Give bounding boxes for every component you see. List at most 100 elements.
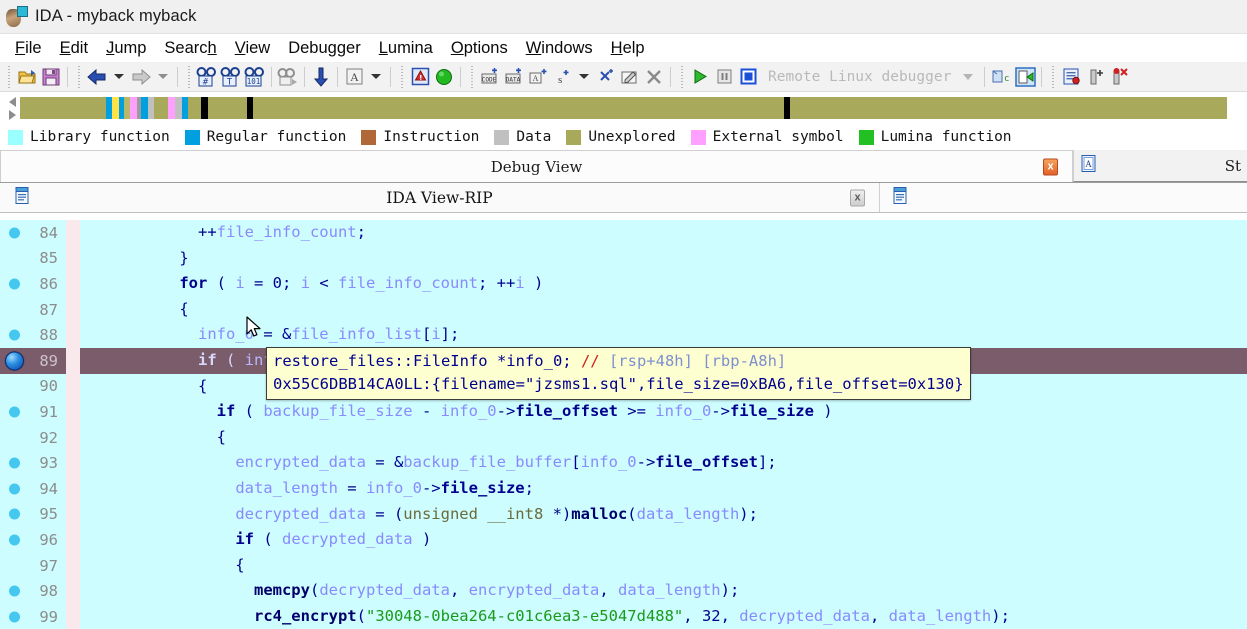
toolbar-grip-debug[interactable] xyxy=(678,65,685,88)
search-hex-icon[interactable]: # xyxy=(195,65,219,89)
stop-icon[interactable] xyxy=(736,65,760,89)
line-gutter[interactable]: 88 xyxy=(0,322,66,348)
menu-options[interactable]: Options xyxy=(442,37,517,60)
run-icon[interactable] xyxy=(688,65,712,89)
jump-down-icon[interactable] xyxy=(309,65,333,89)
code-line[interactable]: 99 rc4_encrypt("30048-0bea264-c01c6ea3-e… xyxy=(0,603,1247,629)
make-code-icon[interactable]: CODE xyxy=(478,65,502,89)
toolbar-grip-nav[interactable] xyxy=(75,65,82,88)
menu-jump[interactable]: Jump xyxy=(97,37,155,60)
toolbar-grip-bp[interactable] xyxy=(1049,65,1056,88)
make-struct-dropdown-icon[interactable] xyxy=(574,65,594,89)
line-marker-dot[interactable] xyxy=(9,611,20,623)
line-gutter[interactable]: 93 xyxy=(0,450,66,476)
pause-icon[interactable] xyxy=(712,65,736,89)
line-gutter[interactable]: 90 xyxy=(0,374,66,400)
navigate-back-icon[interactable] xyxy=(85,65,109,89)
make-data-icon[interactable]: DATA xyxy=(502,65,526,89)
code-line[interactable]: 93 encrypted_data = &backup_file_buffer[… xyxy=(0,450,1247,476)
save-icon[interactable] xyxy=(39,65,63,89)
search-text-icon[interactable]: T xyxy=(219,65,243,89)
debugger-selector[interactable]: Remote Linux debugger xyxy=(760,66,980,88)
code-line[interactable]: 95 decrypted_data = (unsigned __int8 *)m… xyxy=(0,501,1247,528)
menu-search[interactable]: Search xyxy=(155,37,225,60)
line-gutter[interactable]: 97 xyxy=(0,553,66,579)
line-marker-dot[interactable] xyxy=(9,278,20,290)
navigator-arrows[interactable] xyxy=(4,94,20,122)
make-unexplored-icon[interactable] xyxy=(594,65,618,89)
back-dropdown-icon[interactable] xyxy=(109,65,129,89)
step-over-icon[interactable] xyxy=(1013,65,1037,89)
code-line[interactable]: 92 { xyxy=(0,424,1247,451)
line-marker-dot[interactable] xyxy=(9,534,20,546)
ascii-dropdown-icon[interactable] xyxy=(366,65,386,89)
delete-breakpoint-icon[interactable] xyxy=(1107,65,1131,89)
line-marker-dot[interactable] xyxy=(9,329,20,341)
forward-dropdown-icon[interactable] xyxy=(153,65,173,89)
navigate-forward-icon[interactable] xyxy=(129,65,153,89)
code-line[interactable]: 96 if ( decrypted_data ) xyxy=(0,527,1247,553)
line-marker-dot[interactable] xyxy=(9,227,20,239)
code-line[interactable]: 94 data_length = info_0->file_size; xyxy=(0,475,1247,502)
lumina-status-icon[interactable] xyxy=(432,65,456,89)
current-instruction-marker[interactable] xyxy=(5,351,24,371)
line-gutter[interactable]: 96 xyxy=(0,527,66,553)
make-struct-icon[interactable]: s xyxy=(550,65,574,89)
breakpoint-list-icon[interactable] xyxy=(1059,65,1083,89)
code-line[interactable]: 97 { xyxy=(0,552,1247,579)
make-ascii-icon[interactable]: A xyxy=(526,65,550,89)
line-gutter[interactable]: 91 xyxy=(0,399,66,425)
line-marker-dot[interactable] xyxy=(9,508,20,520)
code-line[interactable]: 98 memcpy(decrypted_data, encrypted_data… xyxy=(0,578,1247,604)
close-icon[interactable]: x xyxy=(850,189,865,206)
line-gutter[interactable]: 89 xyxy=(0,348,66,374)
pseudocode-icon[interactable] xyxy=(892,186,909,210)
problems-icon[interactable] xyxy=(408,65,432,89)
menu-windows[interactable]: Windows xyxy=(517,37,602,60)
menu-file[interactable]: File xyxy=(6,37,51,60)
add-breakpoint-icon[interactable] xyxy=(1083,65,1107,89)
pseudocode-view[interactable]: 84 ++file_info_count; 85 } 86 for ( i = 0;… xyxy=(0,220,1247,629)
line-gutter[interactable]: 92 xyxy=(0,425,66,451)
line-gutter[interactable]: 86 xyxy=(0,271,66,297)
close-icon[interactable]: x xyxy=(1043,158,1058,175)
toolbar-grip-search[interactable] xyxy=(185,65,192,88)
line-gutter[interactable]: 85 xyxy=(0,246,66,272)
tab-debug-view[interactable]: Debug View x xyxy=(0,150,1073,182)
line-marker-dot[interactable] xyxy=(9,585,20,597)
code-line[interactable]: 87 { xyxy=(0,296,1247,323)
search-immediate-icon[interactable]: 101 xyxy=(243,65,267,89)
toolbar-grip-make[interactable] xyxy=(468,65,475,88)
code-line[interactable]: 86 for ( i = 0; i < file_info_count; ++i… xyxy=(0,271,1247,297)
code-token: ( xyxy=(253,530,282,549)
line-gutter[interactable]: 94 xyxy=(0,476,66,502)
menu-debugger[interactable]: Debugger xyxy=(279,37,370,60)
toolbar-grip-misc[interactable] xyxy=(398,65,405,88)
line-gutter[interactable]: 98 xyxy=(0,578,66,604)
step-into-icon[interactable]: c xyxy=(989,65,1013,89)
line-gutter[interactable]: 84 xyxy=(0,220,66,246)
navigator-band[interactable] xyxy=(20,97,1247,119)
delete-icon[interactable] xyxy=(642,65,666,89)
search-next-icon[interactable] xyxy=(276,65,300,89)
ascii-string-icon[interactable]: A xyxy=(342,65,366,89)
menu-view[interactable]: View xyxy=(226,37,279,60)
line-marker-dot[interactable] xyxy=(9,457,20,469)
code-line[interactable]: 84 ++file_info_count; xyxy=(0,220,1247,246)
menu-edit[interactable]: Edit xyxy=(51,37,97,60)
open-file-icon[interactable] xyxy=(15,65,39,89)
tab-right-panel[interactable]: A St xyxy=(1073,150,1247,182)
menu-lumina[interactable]: Lumina xyxy=(370,37,442,60)
menu-help[interactable]: Help xyxy=(602,37,654,60)
code-line[interactable]: 88 info_0 = &file_info_list[i]; xyxy=(0,322,1247,348)
edit-function-icon[interactable] xyxy=(618,65,642,89)
tab-ida-view-rip[interactable]: IDA View-RIP x xyxy=(0,183,880,213)
line-gutter[interactable]: 99 xyxy=(0,604,66,629)
line-marker-dot[interactable] xyxy=(9,406,20,418)
code-line[interactable]: 85 } xyxy=(0,245,1247,272)
line-gutter[interactable]: 95 xyxy=(0,502,66,528)
code-line[interactable]: 91 if ( backup_file_size - info_0->file_… xyxy=(0,399,1247,425)
toolbar-grip[interactable] xyxy=(5,65,12,88)
line-marker-dot[interactable] xyxy=(9,483,20,495)
line-gutter[interactable]: 87 xyxy=(0,297,66,323)
